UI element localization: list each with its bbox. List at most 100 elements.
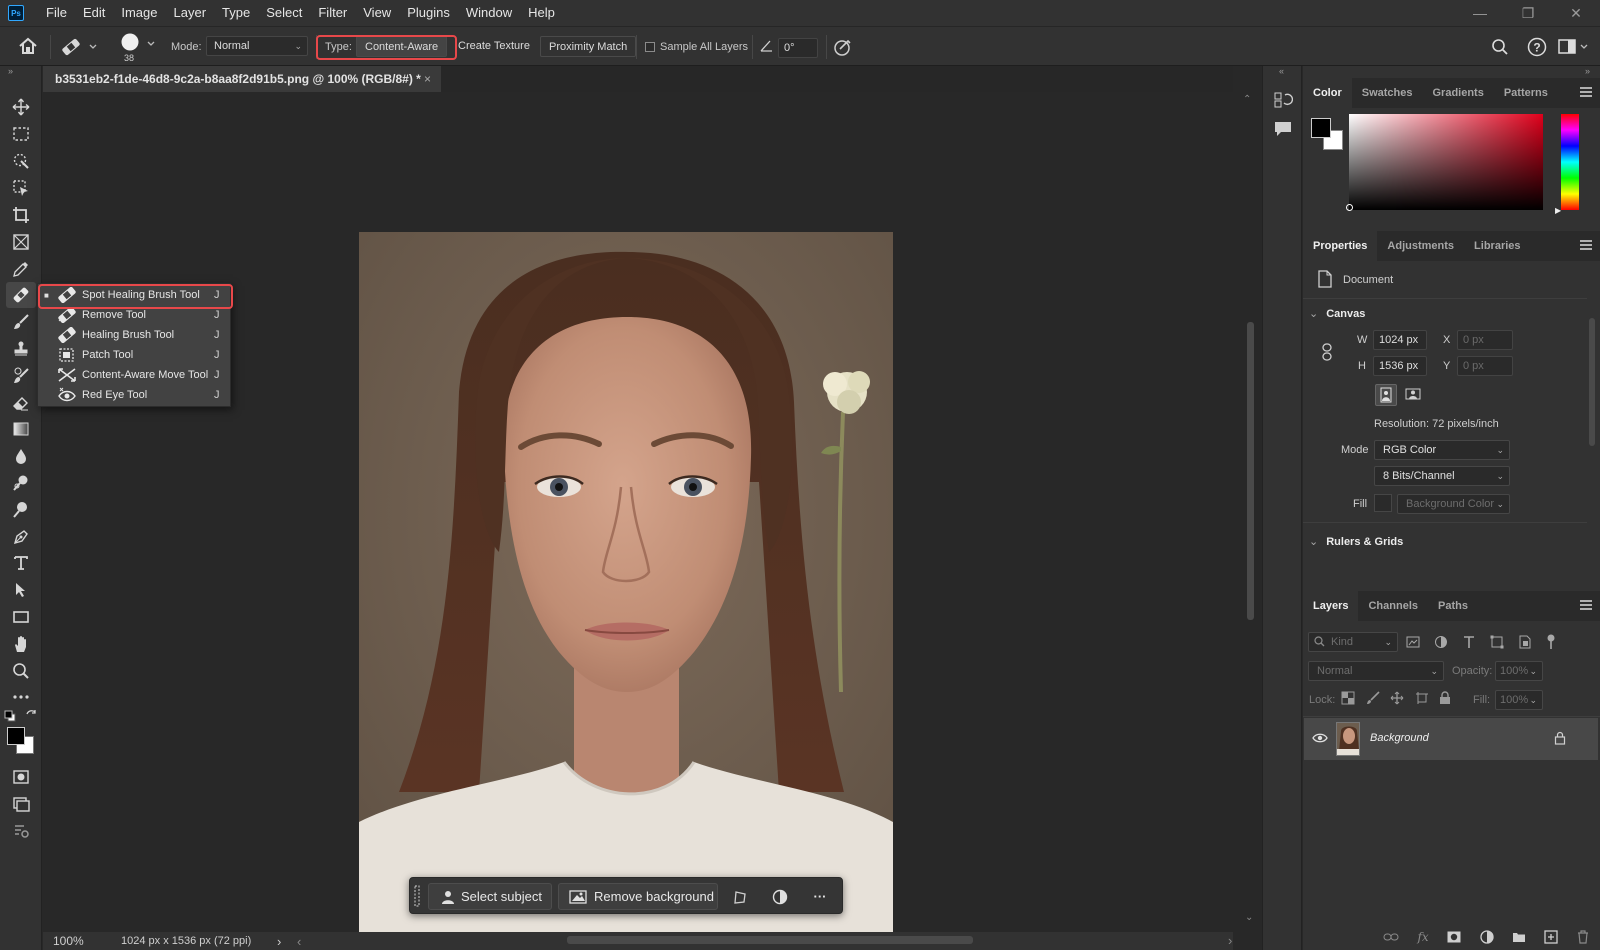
restore-button[interactable]: ❐ <box>1504 0 1552 26</box>
flyout-item-patch-tool[interactable]: Patch Tool J <box>38 345 232 365</box>
scroll-right-icon[interactable]: › <box>1228 933 1232 948</box>
zoom-tool-icon[interactable] <box>6 658 36 684</box>
collapse-right-icon[interactable]: » <box>1585 66 1590 76</box>
hand-tool-icon[interactable] <box>6 631 36 657</box>
path-selection-tool-icon[interactable] <box>6 577 36 603</box>
add-mask-icon[interactable] <box>1447 931 1461 943</box>
object-selection-tool-icon[interactable] <box>6 148 36 174</box>
zoom-level[interactable]: 100% <box>53 934 103 948</box>
workspace-icon[interactable] <box>1558 38 1590 56</box>
edit-toolbar-icon[interactable] <box>6 818 36 844</box>
help-icon[interactable]: ? <box>1527 37 1547 57</box>
default-colors-icon[interactable] <box>4 710 16 722</box>
eye-icon[interactable] <box>1312 732 1328 744</box>
more-tools-icon[interactable] <box>6 684 36 710</box>
properties-scroll-thumb[interactable] <box>1589 318 1595 446</box>
tab-swatches[interactable]: Swatches <box>1352 78 1423 108</box>
menu-window[interactable]: Window <box>458 0 520 26</box>
comments-panel-icon[interactable] <box>1273 120 1293 138</box>
object-selection-icon[interactable] <box>6 175 36 201</box>
close-tab-icon[interactable]: × <box>424 66 431 92</box>
layer-filter-select[interactable]: Kind ⌄ <box>1308 632 1398 652</box>
move-tool-icon[interactable] <box>6 94 36 120</box>
adjustment-icon[interactable] <box>766 883 794 910</box>
tab-paths[interactable]: Paths <box>1428 591 1478 621</box>
type-filter-icon[interactable] <box>1462 635 1476 649</box>
scroll-down-icon[interactable]: ⌄ <box>1245 912 1253 923</box>
minimize-button[interactable]: — <box>1456 0 1504 26</box>
x-input[interactable]: 0 px <box>1457 330 1513 350</box>
brush-size-picker[interactable] <box>118 33 158 55</box>
type-tool-icon[interactable] <box>6 550 36 576</box>
tab-color[interactable]: Color <box>1303 78 1352 108</box>
tab-properties[interactable]: Properties <box>1303 231 1378 261</box>
lock-all-icon[interactable] <box>1439 691 1451 707</box>
fill-input[interactable]: 100% ⌄ <box>1495 690 1543 710</box>
eraser-tool-icon[interactable] <box>6 390 36 416</box>
delete-layer-icon[interactable] <box>1577 930 1589 944</box>
fx-icon[interactable]: fx <box>1417 930 1428 944</box>
hue-slider-handle-icon[interactable]: ▶ <box>1555 206 1561 215</box>
menu-layer[interactable]: Layer <box>166 0 215 26</box>
screen-mode-icon[interactable] <box>6 791 36 817</box>
landscape-orientation-button[interactable] <box>1403 384 1425 406</box>
color-mode-select[interactable]: RGB Color ⌄ <box>1374 440 1510 460</box>
collapse-icon[interactable]: » <box>8 66 13 76</box>
tab-libraries[interactable]: Libraries <box>1464 231 1530 261</box>
menu-type[interactable]: Type <box>214 0 258 26</box>
document-image[interactable] <box>359 232 893 932</box>
menu-file[interactable]: File <box>38 0 75 26</box>
layer-name[interactable]: Background <box>1370 732 1429 744</box>
new-layer-icon[interactable] <box>1544 930 1559 944</box>
clone-stamp-tool-icon[interactable] <box>6 336 36 362</box>
drag-handle-icon[interactable] <box>414 885 420 907</box>
angle-input[interactable]: 0° <box>778 38 818 58</box>
quick-mask-icon[interactable] <box>6 764 36 790</box>
width-input[interactable]: 1024 px <box>1373 330 1427 350</box>
tab-adjustments[interactable]: Adjustments <box>1377 231 1464 261</box>
flyout-item-content-aware-move[interactable]: Content-Aware Move Tool J <box>38 365 232 385</box>
frame-tool-icon[interactable] <box>6 229 36 255</box>
bit-depth-select[interactable]: 8 Bits/Channel ⌄ <box>1374 466 1510 486</box>
portrait-orientation-button[interactable] <box>1375 384 1397 406</box>
fill-color-swatch[interactable] <box>1374 494 1392 512</box>
home-icon[interactable] <box>18 37 38 55</box>
sample-all-layers-checkbox[interactable] <box>645 42 655 52</box>
panel-menu-icon[interactable] <box>1580 600 1592 610</box>
panel-menu-icon[interactable] <box>1580 87 1592 97</box>
tab-gradients[interactable]: Gradients <box>1422 78 1493 108</box>
search-icon[interactable] <box>1491 38 1509 56</box>
dodge-burn-icon[interactable] <box>6 497 36 523</box>
history-panel-icon[interactable] <box>1273 90 1293 110</box>
rectangle-tool-icon[interactable] <box>6 604 36 630</box>
history-brush-tool-icon[interactable] <box>6 363 36 389</box>
adjustment-filter-icon[interactable] <box>1434 635 1448 649</box>
dodge-tool-icon[interactable] <box>6 470 36 496</box>
eyedropper-tool-icon[interactable] <box>6 256 36 282</box>
smart-object-filter-icon[interactable] <box>1518 635 1532 649</box>
blend-mode-select[interactable]: Normal ⌄ <box>1308 661 1444 681</box>
color-picker-handle[interactable] <box>1346 204 1353 211</box>
foreground-color-swatch[interactable] <box>7 727 25 745</box>
pixel-filter-icon[interactable] <box>1406 635 1420 649</box>
status-info-arrow[interactable]: › <box>277 934 297 949</box>
panel-foreground-swatch[interactable] <box>1311 118 1331 138</box>
y-input[interactable]: 0 px <box>1457 356 1513 376</box>
vertical-scroll-thumb[interactable] <box>1247 322 1254 620</box>
transform-icon[interactable] <box>726 883 754 910</box>
type-proximity-match-button[interactable]: Proximity Match <box>540 36 637 57</box>
horizontal-scroll-thumb[interactable] <box>567 936 973 944</box>
mode-select[interactable]: Normal ⌄ <box>206 36 308 56</box>
tab-layers[interactable]: Layers <box>1303 591 1359 621</box>
color-swatches[interactable] <box>6 726 34 754</box>
lock-pixels-icon[interactable] <box>1366 691 1380 707</box>
fill-select[interactable]: Background Color ⌄ <box>1397 494 1510 514</box>
crop-tool-icon[interactable] <box>6 202 36 228</box>
swap-colors-icon[interactable] <box>24 708 38 722</box>
collapse-left-icon[interactable]: « <box>1279 66 1284 76</box>
scroll-left-icon[interactable]: ‹ <box>297 934 317 949</box>
gradient-tool-icon[interactable] <box>6 416 36 442</box>
properties-scrollbar[interactable] <box>1587 306 1596 566</box>
lock-transparent-icon[interactable] <box>1341 691 1355 707</box>
filter-toggle-icon[interactable] <box>1546 634 1556 650</box>
